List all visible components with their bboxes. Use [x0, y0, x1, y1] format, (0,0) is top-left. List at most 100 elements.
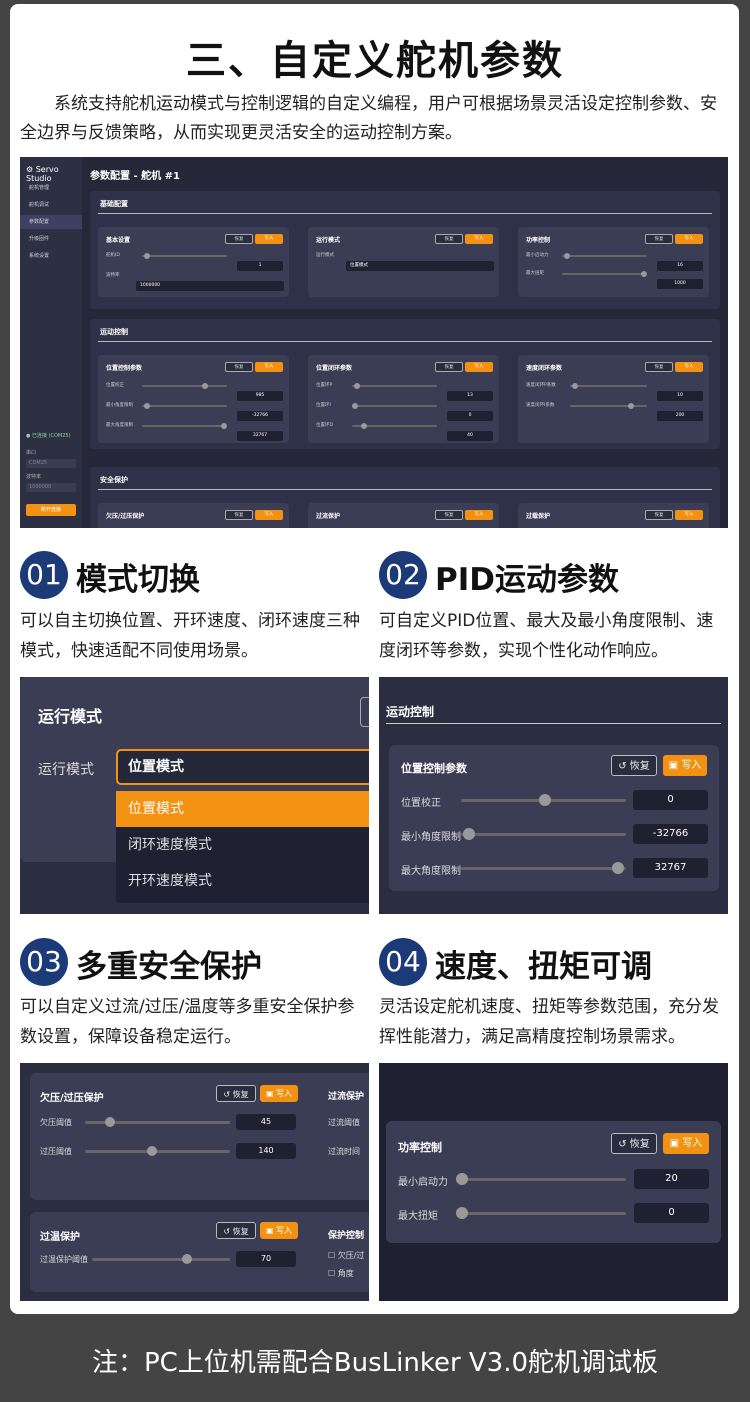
param-label: 过压阈值 — [40, 1147, 72, 1156]
sidebar-item-servo-manage[interactable]: 舵机管理 — [20, 181, 82, 195]
slider-knob[interactable] — [456, 1173, 468, 1185]
number-input[interactable]: 10 — [657, 391, 703, 401]
panel-title: 过载保护 — [526, 513, 551, 520]
write-button[interactable]: 写入 — [255, 510, 283, 520]
menu-item-position-mode[interactable]: 位置模式 — [116, 791, 369, 827]
number-input[interactable]: 0 — [634, 1203, 709, 1223]
panel-title: 速度闭环参数 — [526, 365, 563, 372]
slider-knob[interactable] — [463, 828, 475, 840]
number-input[interactable]: -32766 — [633, 824, 708, 844]
baud-select[interactable]: 1000000 — [26, 483, 76, 492]
write-button[interactable]: 写入 — [255, 362, 283, 372]
sidebar-item-firmware[interactable]: 升级固件 — [20, 232, 82, 246]
restore-button[interactable]: 恢复 — [645, 234, 673, 244]
restore-button[interactable]: ↺ 恢复 — [216, 1222, 256, 1239]
slider-knob[interactable] — [147, 1146, 157, 1156]
param-label: 位置校正 — [401, 798, 441, 809]
number-input[interactable]: 20 — [634, 1169, 709, 1189]
connection-status: ● 已连接 (COM25) — [26, 433, 71, 439]
restore-button[interactable]: 恢复 — [645, 510, 673, 520]
sidebar-item-servo-debug[interactable]: 舵机调试 — [20, 198, 82, 212]
number-input[interactable]: 70 — [236, 1251, 296, 1267]
write-button[interactable]: 写入 — [465, 234, 493, 244]
slider-track[interactable] — [461, 828, 626, 840]
slider-knob[interactable] — [105, 1117, 115, 1127]
write-button[interactable]: 写入 — [255, 234, 283, 244]
write-button[interactable]: 写入 — [675, 234, 703, 244]
power-control-panel: 功率控制 ↺ 恢复 ▣ 写入 最小启动力 20 最大扭矩 0 — [386, 1121, 721, 1243]
disconnect-button[interactable]: 断开连接 — [26, 504, 76, 516]
restore-button-edge[interactable] — [360, 697, 369, 727]
feature-desc-01: 可以自主切换位置、开环速度、闭环速度三种模式，快速适配不同使用场景。 — [20, 611, 360, 661]
feature-number-03: 03 — [20, 938, 68, 986]
feature-number-01: 01 — [20, 551, 68, 599]
restore-button[interactable]: 恢复 — [435, 510, 463, 520]
checkbox-angle[interactable]: ☐ 角度 — [328, 1268, 354, 1279]
main-title: 参数配置 - 舵机 #1 — [90, 171, 180, 182]
restore-button[interactable]: ↺ 恢复 — [611, 755, 657, 776]
slider-track[interactable] — [461, 794, 626, 806]
number-input[interactable]: -32766 — [237, 411, 283, 421]
sidebar-item-param-config[interactable]: 参数配置 — [20, 215, 82, 229]
max-torque-row: 最大扭矩 1000 — [526, 269, 703, 289]
slider-track[interactable] — [92, 1254, 230, 1264]
restore-button[interactable]: 恢复 — [225, 234, 253, 244]
write-button[interactable]: 写入 — [675, 510, 703, 520]
panel-run-mode: 运行模式 恢复 写入 运行模式 位置模式 — [308, 227, 499, 297]
restore-button[interactable]: 恢复 — [435, 234, 463, 244]
restore-button[interactable]: 恢复 — [645, 362, 673, 372]
id-input[interactable]: 1 — [237, 261, 283, 271]
port-select[interactable]: COM25 — [26, 459, 76, 468]
baud-row: 波特率 1000000 — [106, 271, 284, 291]
slider-track[interactable] — [456, 1173, 626, 1185]
slider-knob[interactable] — [612, 862, 624, 874]
mode-select[interactable]: 位置模式 — [346, 261, 494, 271]
menu-item-closed-loop-speed[interactable]: 闭环速度模式 — [116, 827, 369, 863]
number-input[interactable]: 200 — [657, 411, 703, 421]
sidebar-item-settings[interactable]: 系统设置 — [20, 249, 82, 263]
restore-button[interactable]: ↺ 恢复 — [611, 1133, 657, 1154]
feature-title-04: 速度、扭矩可调 — [435, 949, 652, 985]
restore-button[interactable]: 恢复 — [225, 362, 253, 372]
slider-knob[interactable] — [539, 794, 551, 806]
param-label: 最小启动力 — [398, 1177, 448, 1188]
menu-item-open-loop-speed[interactable]: 开环速度模式 — [116, 863, 369, 899]
write-button[interactable]: ▣ 写入 — [260, 1222, 298, 1239]
max-torque-input[interactable]: 1000 — [657, 279, 703, 289]
write-button[interactable]: ▣ 写入 — [260, 1085, 298, 1102]
slider-track[interactable] — [85, 1117, 230, 1127]
panel-velocity-loop: 速度闭环参数 恢复 写入 速度闭环P系数 10 速度闭环I系数 200 — [518, 355, 709, 443]
write-button[interactable]: ▣ 写入 — [663, 1133, 709, 1154]
slider-track[interactable] — [85, 1146, 230, 1156]
write-button[interactable]: 写入 — [465, 510, 493, 520]
slider-track[interactable] — [456, 1207, 626, 1219]
number-input[interactable]: 0 — [633, 790, 708, 810]
number-input[interactable]: 13 — [447, 391, 493, 401]
slider-knob[interactable] — [456, 1207, 468, 1219]
run-mode-select[interactable]: 位置模式 — [116, 749, 369, 785]
number-input[interactable]: 45 — [236, 1114, 296, 1130]
number-input[interactable]: 40 — [447, 431, 493, 441]
id-row: 舵机ID 1 — [106, 251, 283, 271]
checkbox-undervoltage[interactable]: ☐ 欠压/过 — [328, 1250, 364, 1261]
number-input[interactable]: 985 — [237, 391, 283, 401]
min-power-row: 最小启动力 16 — [526, 251, 703, 271]
footer-note: 注：PC上位机需配合BusLinker V3.0舵机调试板 — [91, 1348, 659, 1378]
baud-input[interactable]: 1000000 — [136, 281, 284, 291]
write-button[interactable]: 写入 — [675, 362, 703, 372]
feature-number-02: 02 — [379, 551, 427, 599]
restore-button[interactable]: 恢复 — [435, 362, 463, 372]
number-input[interactable]: 0 — [447, 411, 493, 421]
write-button[interactable]: ▣ 写入 — [663, 755, 707, 776]
number-input[interactable]: 32767 — [237, 431, 283, 441]
number-input[interactable]: 140 — [236, 1143, 296, 1159]
slider-track[interactable] — [461, 862, 626, 874]
restore-button[interactable]: ↺ 恢复 — [216, 1085, 256, 1102]
restore-button[interactable]: 恢复 — [225, 510, 253, 520]
slider-knob[interactable] — [182, 1254, 192, 1264]
number-input[interactable]: 32767 — [633, 858, 708, 878]
write-button[interactable]: 写入 — [465, 362, 493, 372]
port-label: 串口 — [26, 450, 37, 456]
panel-title: 欠压/过压保护 — [106, 513, 145, 520]
panel-title: 基本设置 — [106, 237, 131, 244]
